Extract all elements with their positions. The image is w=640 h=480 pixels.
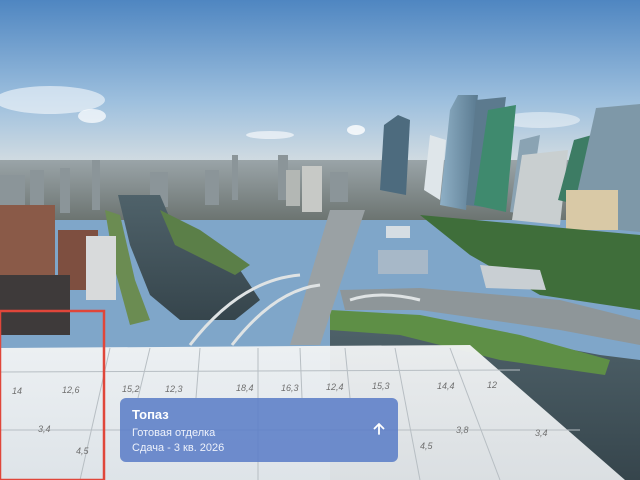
plan-area-label: 3,4 [38, 424, 51, 434]
plan-area-label: 14 [12, 386, 23, 396]
plan-area-label: 12,4 [326, 382, 344, 392]
arrow-up-icon[interactable] [370, 420, 388, 438]
plan-area-label: 4,5 [76, 446, 89, 456]
plan-area-label: 15,2 [122, 384, 140, 394]
plan-area-label: 4,5 [420, 441, 433, 451]
finish-type-text: Готовая отделка [132, 427, 216, 439]
plan-area-label: 14,4 [437, 381, 455, 391]
plan-area-label: 12 [487, 380, 498, 390]
completion-date-text: Сдача - 3 кв. 2026 [132, 442, 225, 454]
plan-area-label: 12,3 [165, 384, 183, 394]
plan-area-label: 18,4 [236, 383, 254, 393]
tower [380, 115, 410, 195]
plan-area-label: 12,6 [62, 385, 80, 395]
plan-area-label: 3,8 [456, 425, 469, 435]
plan-area-label: 15,3 [372, 381, 390, 391]
listing-title: Топаз [132, 407, 169, 422]
sky [0, 0, 640, 170]
plan-area-label: 3,4 [535, 428, 548, 438]
listing-info-card[interactable]: Топаз Готовая отделка Сдача - 3 кв. 2026 [120, 398, 398, 462]
plan-area-label: 16,3 [281, 383, 299, 393]
